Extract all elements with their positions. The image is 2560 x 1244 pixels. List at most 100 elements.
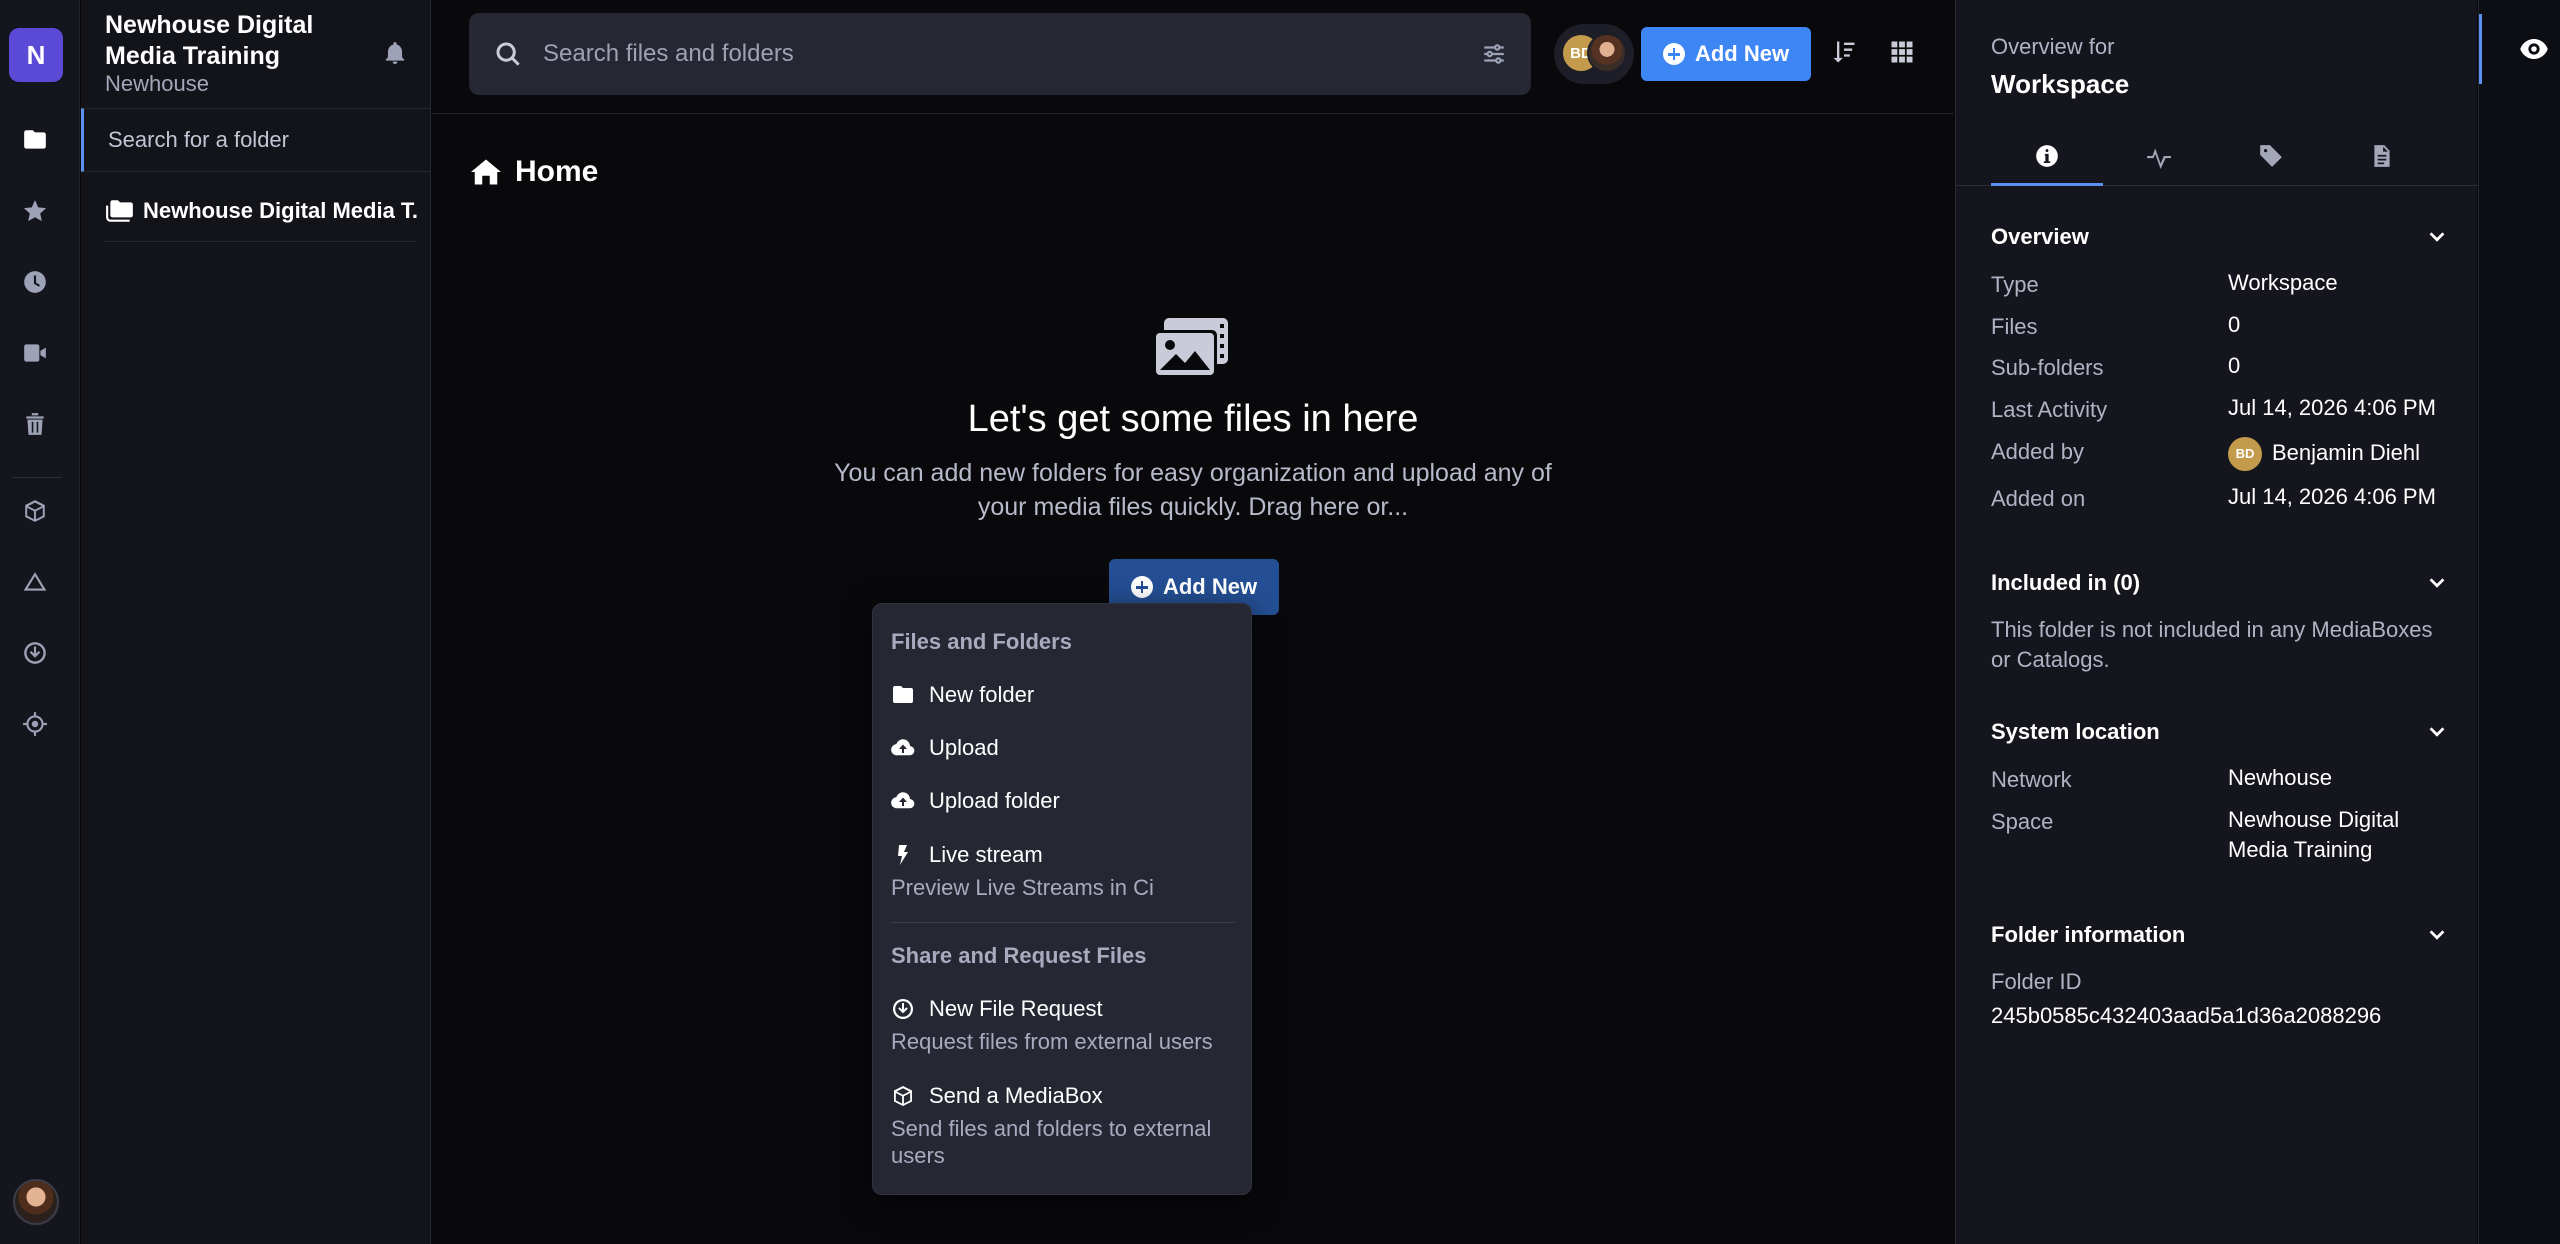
add-new-button[interactable]: Add New	[1641, 27, 1811, 81]
menu-item-upload[interactable]: Upload	[891, 735, 999, 761]
cloud-triangle-icon[interactable]	[15, 562, 55, 602]
add-new-label: Add New	[1694, 41, 1790, 66]
activity-icon	[2147, 148, 2171, 169]
document-icon	[2374, 145, 2390, 167]
menu-divider	[891, 922, 1235, 923]
folder-icon[interactable]	[15, 120, 55, 160]
overview-value: Benjamin Diehl	[2272, 439, 2420, 465]
right-strip	[2478, 0, 2560, 1244]
panel-title: Workspace	[1991, 69, 2130, 99]
menu-item-send-mediabox[interactable]: Send a MediaBox	[891, 1083, 1103, 1109]
menu-item-upload-folder[interactable]: Upload folder	[891, 788, 1060, 814]
avatar-photo	[1587, 33, 1627, 73]
sort-icon[interactable]	[1830, 38, 1858, 66]
overview-key: Added on	[1991, 486, 2086, 511]
overview-key: Type	[1991, 272, 2039, 297]
grid-view-icon[interactable]	[1888, 38, 1916, 66]
breadcrumb[interactable]: Home	[469, 155, 598, 189]
tab-activity[interactable]	[2139, 136, 2179, 176]
system-key: Space	[1991, 809, 2054, 834]
section-overview-heading[interactable]: Overview	[1991, 224, 2089, 250]
chevron-down-icon[interactable]	[2426, 572, 2448, 594]
tree-item-workspace[interactable]: Newhouse Digital Media T...	[105, 180, 417, 242]
overview-value: Jul 14, 2026 4:06 PM	[2228, 395, 2436, 420]
members-avatars[interactable]: BD	[1554, 24, 1634, 84]
menu-item-label: Live stream	[929, 842, 1043, 867]
eye-icon[interactable]	[2519, 36, 2549, 62]
menu-section-files: Files and Folders	[891, 629, 1072, 654]
overview-value: Jul 14, 2026 4:06 PM	[2228, 484, 2436, 509]
menu-item-live-stream[interactable]: Live stream	[891, 842, 1043, 868]
section-system-heading[interactable]: System location	[1991, 719, 2160, 745]
menu-item-label: Send a MediaBox	[929, 1083, 1103, 1108]
top-bar: BD Add New	[432, 0, 1954, 114]
home-icon	[471, 159, 501, 185]
icon-rail: N	[0, 0, 80, 1244]
system-key: Network	[1991, 767, 2072, 792]
overview-value: 0	[2228, 312, 2241, 337]
included-text: This folder is not included in any Media…	[1991, 617, 2433, 672]
user-avatar[interactable]	[13, 1179, 59, 1225]
file-request-icon	[893, 999, 913, 1019]
tab-info[interactable]	[2027, 136, 2067, 176]
strip-active-indicator	[2479, 14, 2482, 84]
section-folder-info-heading[interactable]: Folder information	[1991, 922, 2185, 948]
menu-section-share: Share and Request Files	[891, 943, 1147, 968]
search-icon	[493, 39, 523, 69]
menu-item-description: Preview Live Streams in Ci	[891, 875, 1154, 900]
system-value: Newhouse	[2228, 765, 2332, 790]
tag-icon	[2260, 145, 2282, 167]
lightning-icon	[898, 845, 908, 865]
info-icon	[2036, 145, 2058, 167]
empty-state-text: You can add new folders for easy organiz…	[834, 459, 1552, 521]
plus-circle-icon	[1130, 576, 1153, 598]
overview-panel: Overview for Workspace Overview Type Wor…	[1955, 0, 2478, 1244]
workspace-logo[interactable]: N	[9, 28, 63, 82]
folders-icon	[106, 199, 133, 222]
avatar: BD	[2228, 437, 2262, 471]
overview-added-by: BD Benjamin Diehl	[2228, 437, 2420, 471]
folder-search-input[interactable]: Search for a folder	[81, 108, 431, 172]
trash-icon[interactable]	[15, 404, 55, 444]
panel-tabs	[1956, 124, 2478, 186]
add-new-center-label: Add New	[1162, 574, 1258, 599]
tree-item-label: Newhouse Digital Media T...	[143, 197, 417, 223]
tab-document[interactable]	[2362, 136, 2402, 176]
section-included-heading[interactable]: Included in (0)	[1991, 570, 2140, 596]
plus-circle-icon	[1662, 43, 1685, 65]
folder-sidebar: Newhouse Digital Media Training Newhouse…	[81, 0, 431, 1244]
menu-item-new-folder[interactable]: New folder	[891, 682, 1034, 708]
search-box[interactable]	[469, 13, 1531, 95]
overview-key: Last Activity	[1991, 397, 2108, 422]
tab-tags[interactable]	[2251, 136, 2291, 176]
media-files-icon	[1150, 316, 1230, 382]
overview-key: Sub-folders	[1991, 355, 2104, 380]
chevron-down-icon[interactable]	[2426, 721, 2448, 743]
menu-item-label: Upload folder	[929, 788, 1060, 813]
overview-value: Workspace	[2228, 270, 2338, 295]
file-request-icon[interactable]	[15, 633, 55, 673]
search-input[interactable]	[543, 40, 1443, 68]
menu-item-description: Send files and folders to external users	[891, 1116, 1212, 1168]
bell-icon[interactable]	[382, 40, 408, 66]
filter-sliders-icon[interactable]	[1481, 41, 1507, 67]
menu-item-label: New folder	[929, 682, 1035, 707]
system-value: Newhouse Digital Media Training	[2228, 807, 2400, 862]
chevron-down-icon[interactable]	[2426, 924, 2448, 946]
workspace-network: Newhouse	[105, 71, 209, 96]
folder-id-value: 245b0585c432403aad5a1d36a2088296	[1991, 1003, 2382, 1028]
chevron-down-icon[interactable]	[2426, 226, 2448, 248]
main-area: BD Add New Home Let's get some files in …	[432, 0, 1954, 1244]
tab-active-indicator	[1991, 183, 2103, 186]
target-icon[interactable]	[15, 704, 55, 744]
menu-item-new-file-request[interactable]: New File Request	[891, 996, 1103, 1022]
star-icon[interactable]	[15, 191, 55, 231]
menu-item-label: Upload	[929, 735, 999, 760]
clock-icon[interactable]	[15, 262, 55, 302]
overview-key: Files	[1991, 314, 2038, 339]
empty-state-title: Let's get some files in here	[967, 398, 1419, 440]
menu-item-description: Request files from external users	[891, 1029, 1213, 1054]
cube-icon[interactable]	[15, 491, 55, 531]
menu-item-label: New File Request	[929, 996, 1103, 1021]
video-camera-icon[interactable]	[15, 333, 55, 373]
